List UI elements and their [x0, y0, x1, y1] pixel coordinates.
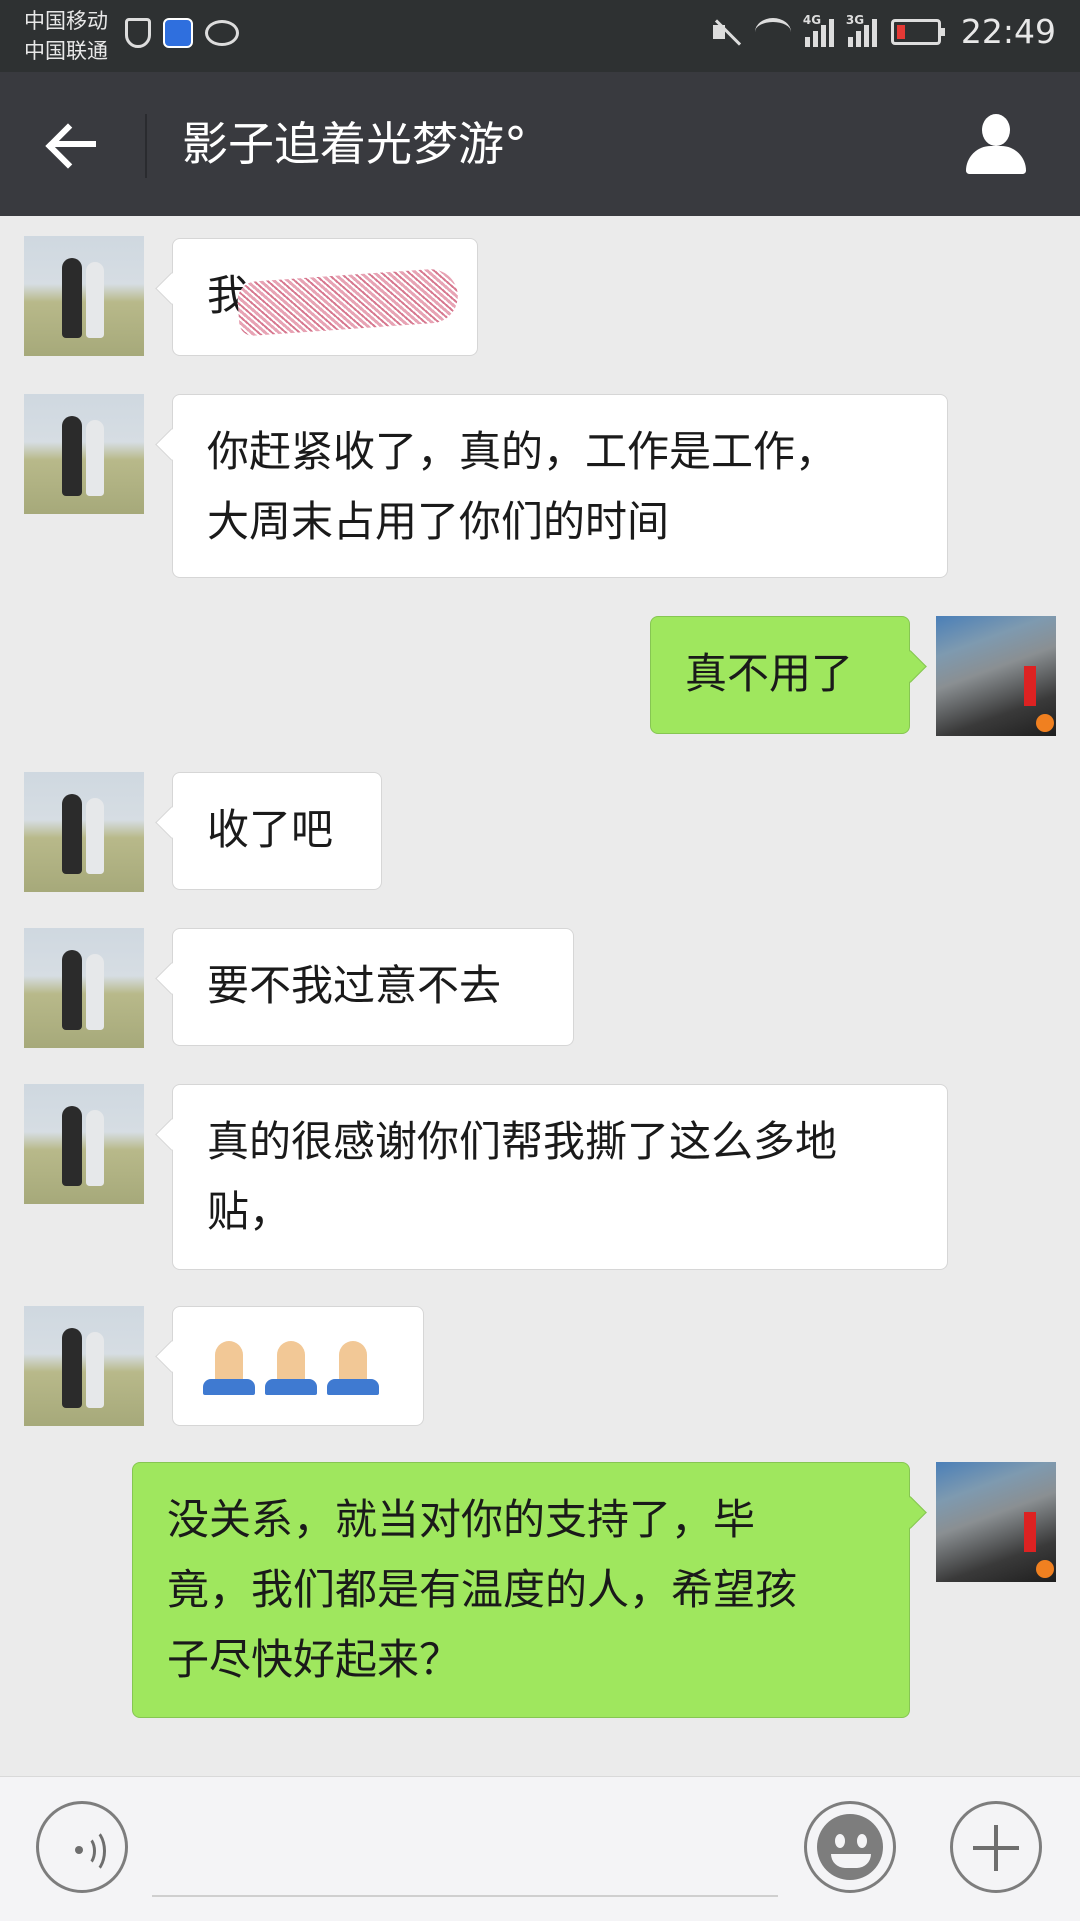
message-bubble-sent[interactable]: 没关系，就当对你的支持了，毕 竟，我们都是有温度的人，希望孩 子尽快好起来？ — [132, 1462, 910, 1718]
baidu-app-icon — [163, 18, 193, 48]
contact-avatar[interactable] — [24, 236, 144, 356]
chat-input-bar — [0, 1776, 1080, 1921]
network-type-1: 4G — [802, 12, 822, 27]
my-avatar[interactable] — [936, 1462, 1056, 1582]
message-bubble-received[interactable]: 你赶紧收了，真的，工作是工作， 大周末占用了你们的时间 — [172, 394, 948, 578]
voice-input-button[interactable] — [36, 1801, 128, 1893]
folded-hands-icon — [265, 1341, 317, 1395]
battery-icon — [890, 18, 945, 45]
network-type-2: 3G — [845, 12, 865, 27]
message-text-line: 真的很感谢你们帮我撕了这么多地 — [207, 1117, 838, 1166]
contact-name: 影子追着光梦游° — [182, 117, 527, 171]
folded-hands-icon — [327, 1341, 379, 1395]
status-bar: 中国移动 中国联通 4G 3G 22:49 — [0, 0, 1080, 72]
smiley-icon — [857, 1834, 867, 1848]
clock: 22:49 — [960, 12, 1056, 51]
my-avatar[interactable] — [936, 616, 1056, 736]
message-bubble-received[interactable]: 真的很感谢你们帮我撕了这么多地 贴， — [172, 1084, 948, 1270]
carrier-1: 中国移动 — [24, 9, 108, 33]
message-input[interactable] — [152, 1895, 778, 1897]
message-text-line: 大周末占用了你们的时间 — [207, 497, 670, 546]
system-icons: 4G 3G 22:49 — [711, 12, 1056, 51]
message-text-line: 竟，我们都是有温度的人，希望孩 — [167, 1565, 798, 1614]
contact-avatar[interactable] — [24, 928, 144, 1048]
more-options-button[interactable] — [950, 1801, 1042, 1893]
emoji-row — [203, 1333, 393, 1395]
message-bubble-sent[interactable]: 真不用了 — [650, 616, 910, 734]
message-bubble-received[interactable] — [172, 1306, 424, 1426]
wifi-icon — [754, 17, 791, 46]
message-bubble-received[interactable]: 我 — [172, 238, 478, 356]
contact-avatar[interactable] — [24, 1084, 144, 1204]
notification-icons — [125, 18, 239, 48]
redaction-mark — [236, 267, 460, 337]
signal-icon-2: 3G — [846, 13, 877, 47]
message-text: 真不用了 — [685, 649, 854, 698]
folded-hands-icon — [203, 1341, 255, 1395]
emoji-button[interactable] — [804, 1801, 896, 1893]
carrier-info: 中国移动 中国联通 — [24, 6, 108, 66]
contact-avatar[interactable] — [24, 772, 144, 892]
message-text: 要不我过意不去 — [207, 961, 502, 1010]
message-text-line: 你赶紧收了，真的，工作是工作， — [207, 427, 838, 476]
signal-icon-1: 4G — [803, 13, 834, 47]
carrier-2: 中国联通 — [24, 39, 108, 63]
smiley-icon — [831, 1854, 871, 1868]
contact-avatar[interactable] — [24, 1306, 144, 1426]
contact-profile-icon[interactable] — [964, 112, 1028, 176]
chat-header: 影子追着光梦游° — [0, 72, 1080, 216]
message-bubble-received[interactable]: 要不我过意不去 — [172, 928, 574, 1046]
contact-avatar[interactable] — [24, 394, 144, 514]
message-text-line: 贴， — [207, 1187, 292, 1236]
voice-wave-icon — [77, 1828, 106, 1874]
message-text-line: 子尽快好起来？ — [167, 1635, 462, 1684]
message-bubble-received[interactable]: 收了吧 — [172, 772, 382, 890]
smiley-icon — [835, 1834, 845, 1848]
weibo-icon — [205, 20, 239, 46]
back-arrow-icon[interactable] — [46, 116, 102, 172]
message-text-line: 没关系，就当对你的支持了，毕 — [167, 1495, 756, 1544]
mute-icon — [711, 17, 741, 47]
shield-icon — [125, 18, 151, 48]
header-divider — [145, 114, 147, 178]
message-text: 收了吧 — [207, 805, 334, 854]
